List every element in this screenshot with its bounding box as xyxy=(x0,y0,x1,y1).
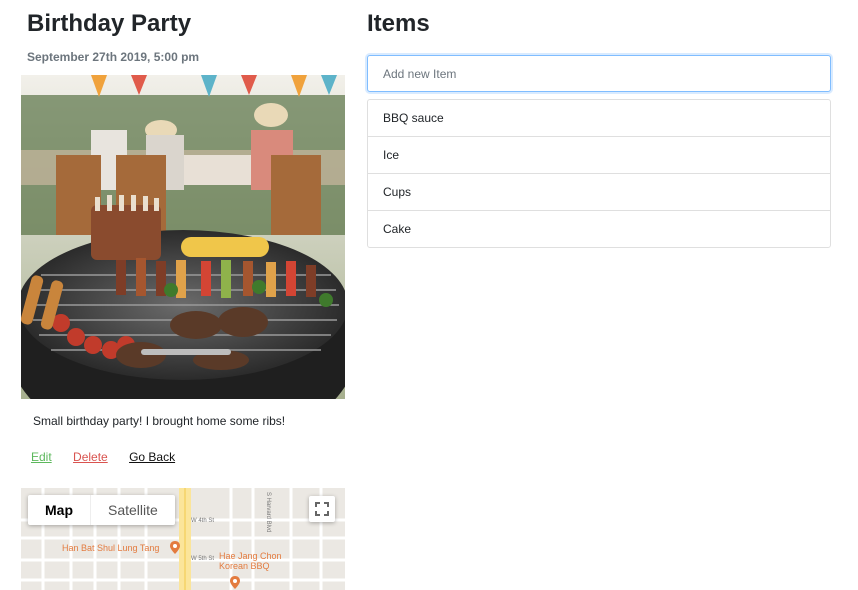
fullscreen-button[interactable] xyxy=(309,496,335,522)
items-title: Items xyxy=(367,10,430,37)
list-item[interactable]: BBQ sauce xyxy=(368,100,830,136)
list-item[interactable]: Cups xyxy=(368,173,830,210)
event-photo xyxy=(21,75,345,399)
bbq-grill-image xyxy=(21,75,345,399)
location-map[interactable]: Map Satellite W 4th St W 5th St S Harvar… xyxy=(21,488,345,590)
place-label-1[interactable]: Han Bat Shul Lung Tang xyxy=(62,543,159,553)
event-actions: Edit Delete Go Back xyxy=(31,450,193,464)
place-label-2[interactable]: Hae Jang Chon Korean BBQ xyxy=(219,551,282,572)
items-list: BBQ sauce Ice Cups Cake xyxy=(367,99,831,248)
street-label-3: S Harvard Blvd xyxy=(265,492,271,533)
add-item-input[interactable] xyxy=(367,55,831,92)
edit-link[interactable]: Edit xyxy=(31,450,52,464)
street-label-2: W 5th St xyxy=(191,556,215,562)
place-label-2-line2: Korean BBQ xyxy=(219,561,270,572)
event-title: Birthday Party xyxy=(27,10,192,37)
map-pin-icon xyxy=(170,541,180,554)
map-type-map-button[interactable]: Map xyxy=(28,495,90,525)
street-label-1: W 4th St xyxy=(191,518,215,524)
map-type-satellite-button[interactable]: Satellite xyxy=(90,495,175,525)
map-pin-icon xyxy=(230,576,240,589)
fullscreen-icon xyxy=(315,502,329,516)
event-date: September 27th 2019, 5:00 pm xyxy=(27,50,200,64)
event-description: Small birthday party! I brought home som… xyxy=(33,414,286,428)
go-back-link[interactable]: Go Back xyxy=(129,450,175,464)
map-type-toggle: Map Satellite xyxy=(28,495,175,525)
delete-link[interactable]: Delete xyxy=(73,450,108,464)
list-item[interactable]: Cake xyxy=(368,210,830,247)
list-item[interactable]: Ice xyxy=(368,136,830,173)
place-label-2-line1: Hae Jang Chon xyxy=(219,551,282,561)
